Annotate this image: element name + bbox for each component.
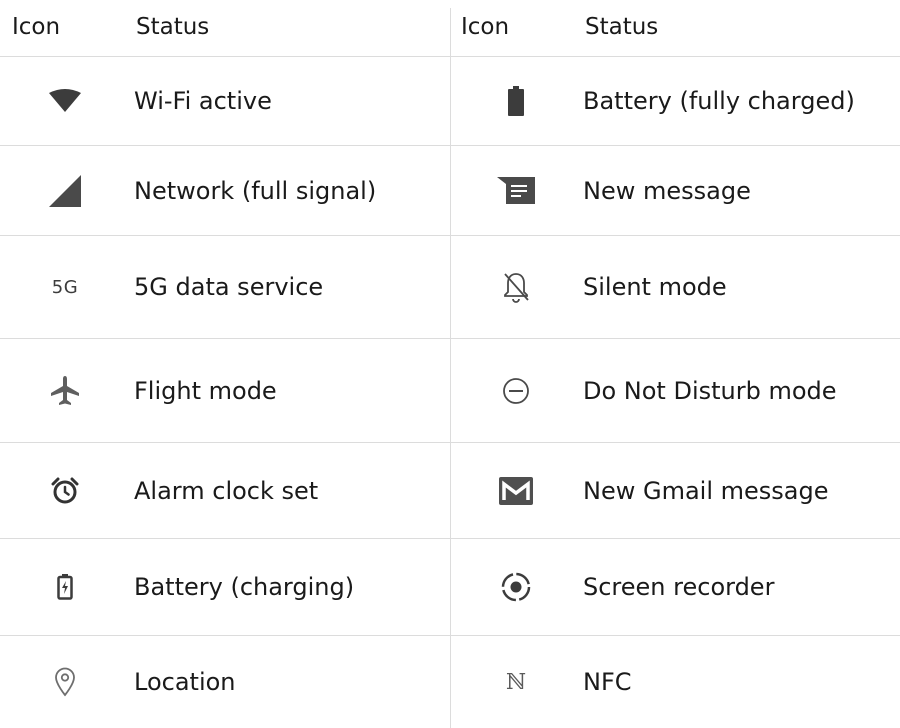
table-row: Silent mode <box>451 236 900 339</box>
row-label: Network (full signal) <box>134 176 377 205</box>
row-label: Alarm clock set <box>134 476 319 505</box>
do-not-disturb-icon <box>503 377 529 404</box>
row-label: Battery (charging) <box>134 573 355 601</box>
table-row: Flight mode <box>0 339 450 443</box>
signal-icon <box>49 174 81 207</box>
table-row: Do Not Disturb mode <box>451 339 900 443</box>
alarm-clock-icon <box>51 477 79 503</box>
icon-cell <box>451 57 581 145</box>
icon-cell <box>451 146 581 235</box>
battery-charging-icon <box>57 574 73 600</box>
table-header: Icon Status <box>451 0 900 57</box>
icon-cell <box>0 443 130 538</box>
right-column: Icon Status Battery (fully charged) New … <box>451 0 900 728</box>
message-icon <box>497 176 535 204</box>
gmail-icon <box>499 476 533 505</box>
icon-cell <box>0 339 130 442</box>
airplane-icon <box>51 375 79 405</box>
icon-cell <box>451 236 581 338</box>
left-column: Icon Status Wi-Fi active Network (full s… <box>0 0 450 728</box>
icon-cell: 5G <box>0 236 130 338</box>
icon-cell <box>0 146 130 235</box>
bell-off-icon <box>504 273 529 303</box>
header-status-label: Status <box>136 14 210 40</box>
row-label: Location <box>134 668 236 696</box>
row-label: Screen recorder <box>583 573 775 601</box>
icon-cell <box>0 539 130 635</box>
table-row: New message <box>451 146 900 236</box>
row-label: Wi-Fi active <box>134 87 272 115</box>
table-row: ℕ NFC <box>451 636 900 728</box>
table-row: Battery (charging) <box>0 539 450 636</box>
5g-icon: 5G <box>51 276 79 298</box>
header-icon-label: Icon <box>12 14 61 40</box>
table-row: Alarm clock set <box>0 443 450 539</box>
wifi-icon <box>49 89 81 112</box>
icon-cell <box>0 57 130 145</box>
row-label: Do Not Disturb mode <box>583 376 837 405</box>
table-header: Icon Status <box>0 0 450 57</box>
row-label: New message <box>583 176 751 205</box>
nfc-icon: ℕ <box>505 669 527 695</box>
row-label: Silent mode <box>583 273 727 301</box>
header-icon-label: Icon <box>461 14 510 40</box>
table-row: New Gmail message <box>451 443 900 539</box>
screen-recorder-icon <box>501 572 531 602</box>
row-label: NFC <box>583 668 632 696</box>
table-row: Wi-Fi active <box>0 57 450 146</box>
table-row: Network (full signal) <box>0 146 450 236</box>
battery-full-icon <box>508 86 524 116</box>
location-icon <box>55 667 75 697</box>
icon-cell <box>451 539 581 635</box>
table-row: Location <box>0 636 450 728</box>
row-label: 5G data service <box>134 273 324 301</box>
table-row: Screen recorder <box>451 539 900 636</box>
icon-cell <box>451 339 581 442</box>
icon-cell <box>451 443 581 538</box>
header-status-label: Status <box>585 14 659 40</box>
row-label: Flight mode <box>134 376 277 405</box>
table-row: Battery (fully charged) <box>451 57 900 146</box>
status-icons-table: Icon Status Wi-Fi active Network (full s… <box>0 0 900 728</box>
table-row: 5G 5G data service <box>0 236 450 339</box>
row-label: New Gmail message <box>583 476 829 505</box>
icon-cell <box>0 636 130 728</box>
icon-cell: ℕ <box>451 636 581 728</box>
row-label: Battery (fully charged) <box>583 87 855 115</box>
